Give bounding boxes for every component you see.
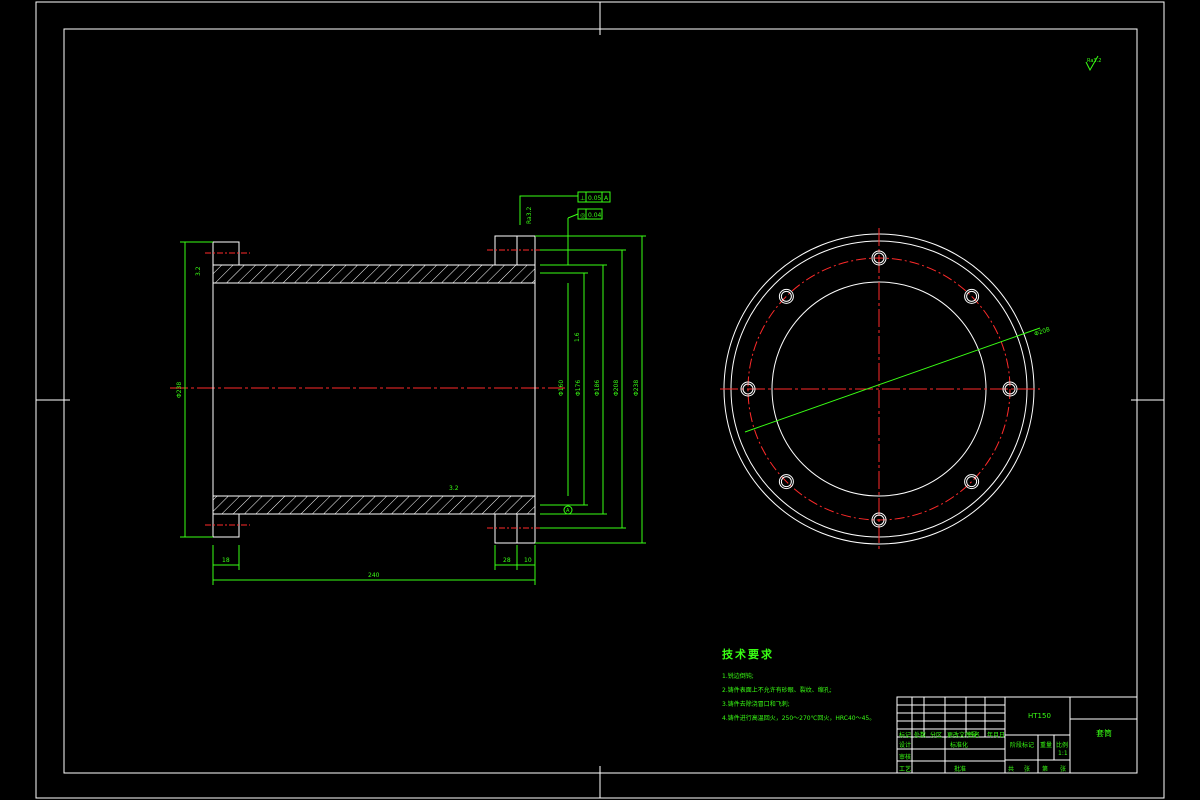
dim-overall-length: 240 [368, 572, 380, 579]
title-block-label: 设计 [899, 742, 912, 749]
title-block-scale: 1:1 [1058, 750, 1068, 757]
title-block-label: 共 [1008, 766, 1015, 773]
dim-dia-right-4: Φ176 [575, 380, 582, 396]
title-block-part-name: 套筒 [1096, 729, 1112, 738]
title-block-label: 重量 [1040, 742, 1053, 749]
dim-dia-right-2: Φ208 [613, 380, 620, 396]
technical-notes: 技术要求 1.锐边倒钝; 2.铸件表面上不允许有砂眼、裂纹、缩孔; 3.铸件去除… [722, 646, 875, 726]
pcd-leader [744, 327, 1041, 433]
title-block-label: 张 [1060, 766, 1067, 773]
title-block-label: 工艺 [899, 766, 912, 773]
title-block-label: 签名 [968, 732, 981, 739]
wall-top-hatched [212, 264, 536, 284]
title-block-label: 标记 [899, 732, 912, 739]
note-item: 1.锐边倒钝; [722, 673, 754, 680]
svg-text:A: A [604, 195, 609, 202]
svg-text:0.04: 0.04 [588, 212, 602, 219]
bolt-hole-inner [780, 290, 792, 302]
svg-text:⊥: ⊥ [580, 195, 585, 202]
bolt-hole-inner [966, 476, 978, 488]
title-block-label: 第 [1042, 766, 1049, 773]
wall-bottom-hatched [212, 495, 536, 515]
title-block-label: 审核 [899, 754, 912, 761]
cad-drawing: Ra3.2 Φ238 Φ238 Φ208 Φ186 Φ176 Φ160 240 … [35, 1, 1165, 799]
section-view: Φ238 Φ238 Φ208 Φ186 Φ176 Φ160 240 18 28 … [170, 191, 646, 585]
dim-pcd: Φ208 [1033, 326, 1051, 338]
end-view: Φ208 [720, 228, 1051, 550]
title-block-label: 批准 [954, 766, 967, 773]
dim-dia-right-3: Φ186 [594, 380, 601, 396]
dim-dia-right-1: Φ238 [633, 380, 640, 396]
title-block-material: HT150 [1028, 712, 1051, 720]
bolt-hole-inner [966, 290, 978, 302]
title-block-label: 分区 [930, 732, 943, 739]
roughness-1: 3.2 [195, 266, 202, 276]
svg-text:0.05: 0.05 [588, 195, 602, 202]
dim-flange-right-b: 10 [524, 557, 532, 564]
note-item: 4.铸件进行高温回火，250～270℃回火，HRC40～45。 [722, 715, 876, 722]
roughness-3: 1.6 [574, 332, 581, 342]
title-block-label: 标准化 [950, 742, 969, 749]
svg-text:A: A [566, 508, 570, 514]
title-block-label: 张 [1024, 766, 1031, 773]
drawing-frame [35, 1, 1165, 799]
note-item: 2.铸件表面上不允许有砂眼、裂纹、缩孔; [722, 687, 832, 694]
notes-title: 技术要求 [722, 648, 774, 661]
roughness-2: 3.2 [449, 485, 459, 492]
dim-flange-right-a: 28 [503, 557, 511, 564]
surface-finish-label: Ra3.2 [1087, 58, 1101, 64]
dim-flange-left: 18 [222, 557, 230, 564]
svg-text:◎: ◎ [580, 212, 585, 219]
datum-marker: A [563, 505, 573, 515]
title-block-label: 比例 [1056, 742, 1069, 749]
title-block-label: 年月日 [987, 732, 1006, 739]
title-block-label: 阶段标记 [1010, 742, 1035, 749]
title-block-label: 处数 [914, 732, 927, 739]
surface-finish-symbol: Ra3.2 [1085, 55, 1101, 72]
dim-dia-outer-left: Φ238 [176, 382, 183, 398]
note-item: 3.铸件去除浇冒口和飞刺; [722, 701, 790, 708]
roughness-4: Ra3.2 [526, 207, 533, 224]
dim-dia-inner: Φ160 [558, 380, 565, 396]
